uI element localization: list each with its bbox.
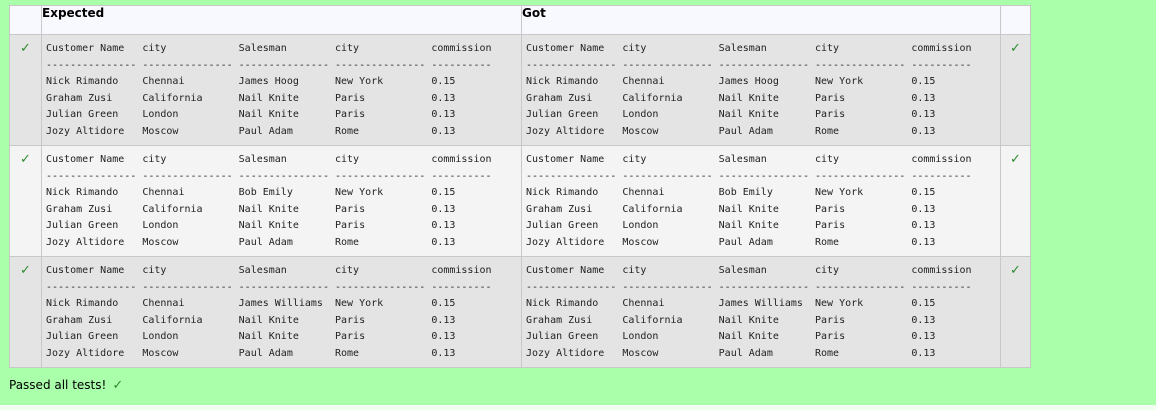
test-row-status-left: ✓ <box>9 34 42 146</box>
test-row-status-right: ✓ <box>1000 256 1031 368</box>
expected-cell: Customer Name city Salesman city commiss… <box>41 145 522 257</box>
test-summary: Passed all tests! ✓ <box>9 378 126 393</box>
test-row-status-right: ✓ <box>1000 145 1031 257</box>
checkmark-icon: ✓ <box>1010 263 1021 278</box>
test-row: ✓ Customer Name city Salesman city commi… <box>9 145 1031 257</box>
test-row: ✓ Customer Name city Salesman city commi… <box>9 256 1031 368</box>
test-row-status-right: ✓ <box>1000 34 1031 146</box>
test-summary-text: Passed all tests! <box>9 378 107 392</box>
got-output: Customer Name city Salesman city commiss… <box>526 43 972 137</box>
checkmark-icon: ✓ <box>112 378 124 393</box>
test-row: ✓ Customer Name city Salesman city commi… <box>9 34 1031 146</box>
got-cell: Customer Name city Salesman city commiss… <box>521 145 1001 257</box>
checkmark-icon: ✓ <box>1010 41 1021 56</box>
expected-cell: Customer Name city Salesman city commiss… <box>41 34 522 146</box>
expected-cell: Customer Name city Salesman city commiss… <box>41 256 522 368</box>
test-results-panel: Expected Got ✓ Customer Name city Salesm… <box>0 0 1156 410</box>
bottom-strip <box>0 405 1156 410</box>
header-blank-left <box>9 5 42 35</box>
expected-output: Customer Name city Salesman city commiss… <box>46 154 492 248</box>
got-output: Customer Name city Salesman city commiss… <box>526 265 972 359</box>
expected-output: Customer Name city Salesman city commiss… <box>46 43 492 137</box>
got-cell: Customer Name city Salesman city commiss… <box>521 34 1001 146</box>
test-row-status-left: ✓ <box>9 145 42 257</box>
expected-header: Expected <box>41 5 522 35</box>
results-header-row: Expected Got <box>9 5 1031 35</box>
checkmark-icon: ✓ <box>1010 152 1021 167</box>
checkmark-icon: ✓ <box>20 152 31 167</box>
got-header: Got <box>521 5 1001 35</box>
results-table: Expected Got ✓ Customer Name city Salesm… <box>9 5 1031 368</box>
checkmark-icon: ✓ <box>20 263 31 278</box>
header-blank-right <box>1000 5 1031 35</box>
test-row-status-left: ✓ <box>9 256 42 368</box>
expected-output: Customer Name city Salesman city commiss… <box>46 265 492 359</box>
checkmark-icon: ✓ <box>20 41 31 56</box>
got-output: Customer Name city Salesman city commiss… <box>526 154 972 248</box>
got-cell: Customer Name city Salesman city commiss… <box>521 256 1001 368</box>
